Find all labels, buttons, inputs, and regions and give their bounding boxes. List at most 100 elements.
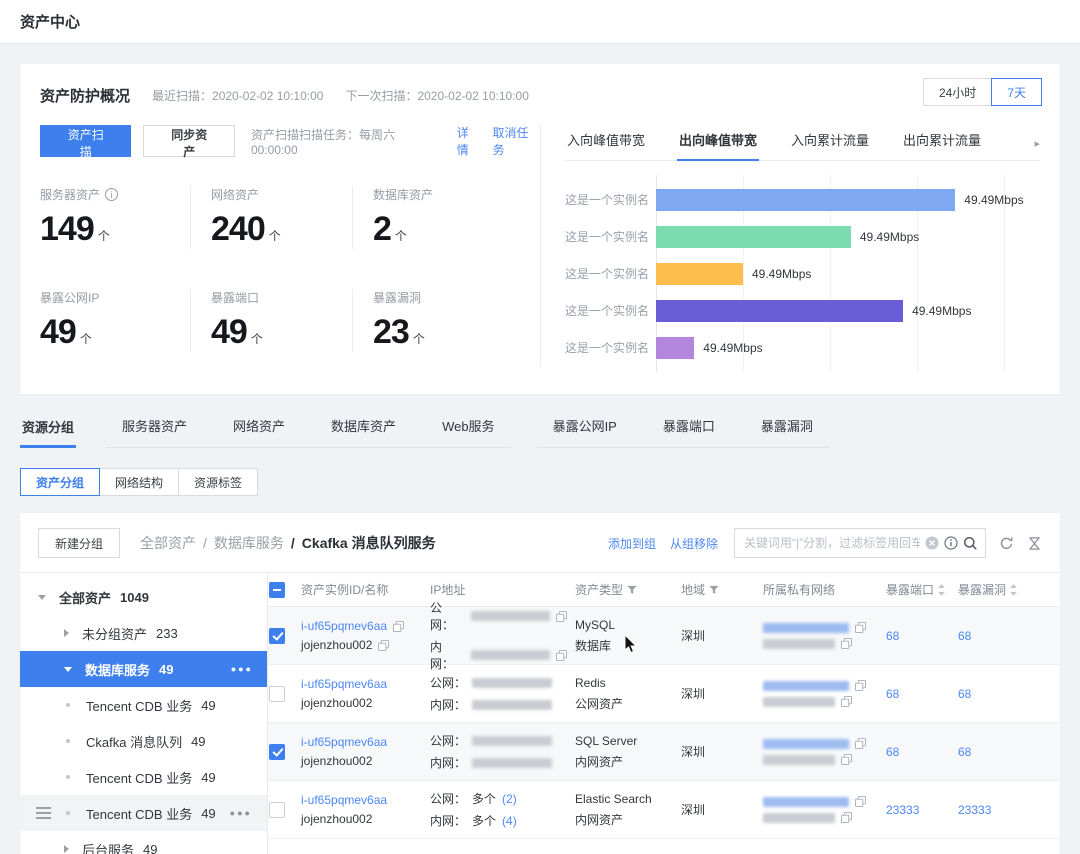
asset-scan-button[interactable]: 资产扫描 — [40, 125, 132, 159]
instance-id-link[interactable]: i-uf65pqmev6aa — [301, 619, 387, 633]
copy-icon[interactable] — [855, 796, 866, 807]
task-cancel-link[interactable]: 取消任务 — [493, 124, 540, 158]
vpc-link-masked[interactable] — [763, 738, 849, 749]
breadcrumb-link[interactable]: 数据库服务 — [214, 533, 284, 553]
vpc-link-masked[interactable] — [763, 796, 849, 807]
caret-down-icon[interactable] — [38, 594, 46, 600]
hourglass-icon[interactable] — [1027, 536, 1042, 551]
copy-icon[interactable] — [556, 649, 567, 661]
tree-item[interactable]: 未分组资产 233 — [20, 615, 267, 651]
sync-asset-button[interactable]: 同步资产 — [143, 125, 235, 159]
range-option-button[interactable]: 7天 — [991, 78, 1042, 106]
chart-tab[interactable]: 出向累计流量 — [901, 130, 983, 160]
exposed-ports-link[interactable]: 68 — [886, 629, 899, 643]
select-all-checkbox[interactable] — [269, 581, 285, 598]
copy-icon[interactable] — [841, 812, 852, 823]
caret-right-icon[interactable] — [64, 845, 69, 853]
row-checkbox[interactable] — [269, 801, 285, 818]
row-checkbox[interactable] — [269, 743, 285, 760]
chart-tab[interactable]: 入向峰值带宽 — [565, 130, 647, 160]
copy-icon[interactable] — [841, 696, 852, 707]
copy-icon[interactable] — [556, 610, 567, 622]
stat-label: 暴露端口 — [211, 291, 260, 305]
tree-item[interactable]: 全部资产 1049 — [20, 579, 267, 615]
overview-card: 资产防护概况 最近扫描：2020-02-02 10:10:00 下一次扫描：20… — [20, 64, 1060, 394]
more-actions-icon[interactable]: ●●● — [231, 664, 253, 674]
exposed-vulns-link[interactable]: 68 — [958, 687, 971, 701]
ip-count-link[interactable]: (4) — [502, 814, 517, 828]
add-to-group-link[interactable]: 添加到组 — [608, 535, 656, 552]
exposed-vulns-link[interactable]: 68 — [958, 629, 971, 643]
remove-from-group-link[interactable]: 从组移除 — [670, 535, 718, 552]
more-actions-icon[interactable]: ●●● — [230, 808, 252, 818]
refresh-icon[interactable] — [999, 536, 1014, 551]
new-group-button[interactable]: 新建分组 — [38, 528, 121, 558]
ip-count-link[interactable]: (2) — [502, 792, 517, 806]
column-header: 资产类型 — [575, 583, 624, 597]
vpc-link-masked[interactable] — [763, 622, 849, 633]
group-view-tab[interactable]: 资源标签 — [178, 468, 259, 496]
caret-right-icon[interactable] — [64, 629, 69, 637]
scan-actions: 资产扫描 同步资产 资产扫描扫描任务：每周六 00:00:00 详情 取消任务 — [40, 124, 540, 159]
bullet-icon — [66, 703, 70, 707]
tree-item[interactable]: Tencent CDB 业务 49 — [20, 687, 267, 723]
task-detail-link[interactable]: 详情 — [457, 124, 481, 158]
filter-icon[interactable] — [627, 585, 637, 595]
exposed-ports-link[interactable]: 68 — [886, 687, 899, 701]
section-tab[interactable]: 数据库资产 — [329, 416, 398, 447]
row-checkbox[interactable] — [269, 627, 285, 644]
sort-icon[interactable] — [938, 583, 945, 596]
stat-value: 2 — [373, 210, 392, 248]
row-checkbox[interactable] — [269, 685, 285, 702]
instance-id-link[interactable]: i-uf65pqmev6aa — [301, 793, 387, 807]
section-tab[interactable]: Web服务 — [440, 416, 497, 447]
breadcrumb-link[interactable]: 全部资产 — [140, 533, 196, 553]
group-view-tab[interactable]: 网络结构 — [99, 468, 180, 496]
section-tab[interactable]: 服务器资产 — [120, 416, 189, 447]
tree-item[interactable]: Tencent CDB 业务 49 ●●● — [20, 795, 267, 831]
section-tab[interactable]: 网络资产 — [231, 416, 287, 447]
breadcrumb: 全部资产 / 数据库服务 / Ckafka 消息队列服务 — [140, 533, 436, 553]
exposed-ports-link[interactable]: 23333 — [886, 803, 919, 817]
sort-icon[interactable] — [1010, 583, 1017, 596]
exposed-ports-link[interactable]: 68 — [886, 745, 899, 759]
search-input[interactable] — [744, 536, 920, 550]
instance-id-link[interactable]: i-uf65pqmev6aa — [301, 677, 387, 691]
vpc-link-masked[interactable] — [763, 680, 849, 691]
info-icon[interactable]: i — [105, 188, 119, 201]
filter-icon[interactable] — [709, 585, 719, 595]
tab-group: 暴露公网IP 暴露端口 暴露漏洞 — [536, 416, 829, 448]
copy-icon[interactable] — [855, 680, 866, 691]
tabs-more-arrow-icon[interactable]: ▸ — [1034, 137, 1040, 160]
info-icon[interactable] — [944, 536, 958, 550]
chart-tab[interactable]: 入向累计流量 — [789, 130, 871, 160]
overview-chart-panel: 入向峰值带宽 出向峰值带宽 入向累计流量 出向累计流量 ▸ 这是一个实例名 49.49M… — [541, 124, 1040, 372]
clear-icon[interactable] — [925, 536, 939, 550]
exposed-vulns-link[interactable]: 68 — [958, 745, 971, 759]
tree-item-count: 49 — [201, 805, 216, 821]
copy-icon[interactable] — [855, 622, 866, 633]
range-option-button[interactable]: 24小时 — [922, 78, 993, 106]
ip-label: 公网： — [430, 734, 467, 748]
tree-item[interactable]: 后台服务 49 — [20, 831, 267, 854]
exposed-vulns-link[interactable]: 23333 — [958, 803, 991, 817]
search-icon[interactable] — [963, 536, 978, 551]
section-tab[interactable]: 资源分组 — [20, 417, 77, 448]
copy-icon[interactable] — [841, 754, 852, 765]
drag-handle-icon[interactable] — [36, 807, 51, 819]
tree-item[interactable]: Tencent CDB 业务 49 — [20, 759, 267, 795]
instance-id-link[interactable]: i-uf65pqmev6aa — [301, 735, 387, 749]
copy-icon[interactable] — [378, 639, 390, 651]
section-tab[interactable]: 暴露漏洞 — [759, 416, 815, 447]
section-tab[interactable]: 暴露公网IP — [551, 416, 619, 447]
caret-down-icon[interactable] — [64, 666, 72, 672]
copy-icon[interactable] — [841, 638, 852, 649]
tree-item[interactable]: 数据库服务 49 ●●● — [20, 651, 267, 687]
group-view-tab[interactable]: 资产分组 — [20, 468, 101, 496]
section-tab[interactable]: 暴露端口 — [661, 416, 717, 447]
copy-icon[interactable] — [393, 620, 405, 632]
overview-body: 资产扫描 同步资产 资产扫描扫描任务：每周六 00:00:00 详情 取消任务 … — [40, 124, 1040, 372]
tree-item[interactable]: Ckafka 消息队列 49 — [20, 723, 267, 759]
copy-icon[interactable] — [855, 738, 866, 749]
chart-tab[interactable]: 出向峰值带宽 — [677, 130, 760, 161]
